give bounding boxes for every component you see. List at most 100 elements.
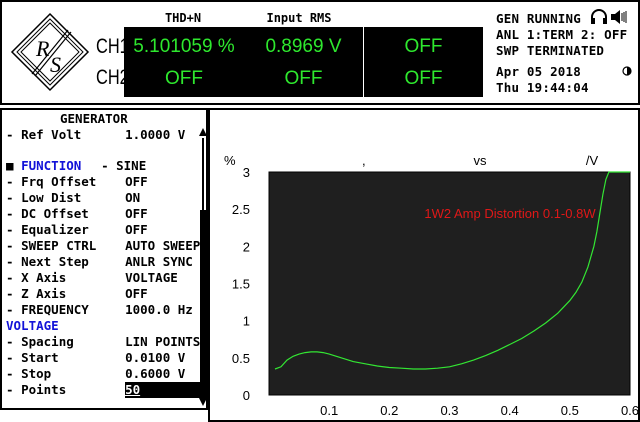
scroll-down-icon	[199, 398, 207, 406]
row-bullet: -	[6, 366, 14, 381]
generator-row-next-step[interactable]: - Next Step ANLR SYNC	[6, 254, 193, 270]
vs-label: vs	[474, 153, 488, 168]
row-value: VOLTAGE	[125, 270, 178, 285]
meter-rms-ch1-value: 0.8969 V	[265, 36, 342, 57]
generator-row-x-axis[interactable]: - X Axis VOLTAGE	[6, 270, 178, 286]
meter-thdn-ch2-value: OFF	[165, 68, 203, 89]
row-bullet: -	[6, 382, 14, 397]
gen-status-text: GEN RUNNING	[496, 11, 581, 26]
row-bullet: -	[6, 254, 14, 269]
row-value: LIN POINTS	[125, 334, 201, 349]
generator-row-equalizer[interactable]: - Equalizer OFF	[6, 222, 148, 238]
row-value: OFF	[125, 222, 148, 237]
row-bullet: -	[6, 302, 14, 317]
generator-row-sweep-ctrl[interactable]: - SWEEP CTRL AUTO SWEEP	[6, 238, 200, 254]
x-tick-label: 0.4	[501, 403, 519, 418]
row-label: FREQUENCY	[21, 302, 89, 317]
y-tick-label: 1	[243, 314, 250, 329]
generator-scrollbar[interactable]	[199, 128, 207, 406]
meter-3-ch2-value: OFF	[404, 68, 443, 89]
distortion-chart[interactable]: %, vs/V 0 0.5 1 1.5 2 2.5 3 0.1 0.2 0.3 0.4 0.5 0.6 1W2…	[210, 110, 638, 420]
row-label: Ref Volt	[21, 127, 82, 142]
row-bullet: -	[6, 174, 14, 189]
row-label: Stop	[21, 366, 52, 381]
generator-row-frequency[interactable]: - FREQUENCY 1000.0 Hz	[6, 302, 193, 318]
axis-comma-label: ,	[362, 153, 366, 168]
row-label: DC Offset	[21, 206, 89, 221]
row-value: 0.6000 V	[125, 366, 186, 381]
ch1-label: CH1	[96, 35, 129, 58]
voltage-section-header: VOLTAGE	[6, 318, 59, 333]
voltage-row-start[interactable]: - Start 0.0100 V	[6, 350, 185, 366]
generator-row-dc-offset[interactable]: - DC Offset OFF	[6, 206, 148, 222]
meter-rms-title: Input RMS	[266, 11, 332, 25]
row-bullet: ■	[6, 158, 14, 173]
meter-3-ch1-value: OFF	[404, 36, 443, 57]
x-unit-label: /V	[586, 153, 599, 168]
meter-3-panel[interactable]: OFF OFF	[364, 27, 483, 97]
row-value: ANLR SYNC	[125, 254, 193, 269]
row-label: X Axis	[21, 270, 67, 285]
rs-logo-icon: R S	[10, 12, 90, 92]
row-value: SINE	[116, 158, 147, 173]
row-bullet: -	[6, 127, 14, 142]
row-bullet: -	[6, 270, 14, 285]
row-value: OFF	[125, 174, 148, 189]
y-tick-label: 1.5	[232, 277, 250, 292]
row-label: SWEEP CTRL	[21, 238, 97, 253]
time-text: Thu 19:44:04	[496, 80, 589, 95]
x-tick-label: 0.2	[380, 403, 398, 418]
generator-panel-title: GENERATOR	[55, 111, 133, 126]
row-value: 1000.0 Hz	[125, 302, 193, 317]
row-bullet: -	[6, 190, 14, 205]
row-value: 1.0000 V	[125, 127, 186, 142]
meter-thdn-panel[interactable]: 5.101059 % OFF	[124, 27, 244, 97]
row-separator: -	[101, 158, 117, 173]
row-label: Low Dist	[21, 190, 82, 205]
row-label: Next Step	[21, 254, 89, 269]
x-tick-label: 0.6	[621, 403, 638, 418]
y-tick-label: 2	[243, 239, 250, 254]
row-label: Z Axis	[21, 286, 67, 301]
speaker-icon	[611, 10, 627, 24]
meter-rms-panel[interactable]: 0.8969 V OFF	[244, 27, 363, 97]
svg-text:R: R	[35, 36, 50, 61]
row-label: Start	[21, 350, 59, 365]
ch2-label: CH2	[96, 66, 129, 89]
date-text: Apr 05 2018	[496, 64, 581, 79]
x-tick-label: 0.3	[440, 403, 458, 418]
generator-row-frq-offset[interactable]: - Frq Offset OFF	[6, 174, 148, 190]
row-value: ON	[125, 190, 141, 205]
generator-row-low-dist[interactable]: - Low Dist ON	[6, 190, 140, 206]
scroll-up-icon	[199, 128, 207, 136]
row-bullet: -	[6, 334, 14, 349]
anl-status-text: ANL 1:TERM 2: OFF	[496, 27, 628, 42]
row-value: OFF	[125, 206, 148, 221]
y-tick-label: 0	[243, 388, 250, 403]
chart-title: 1W2 Amp Distortion 0.1-0.8W	[424, 206, 596, 221]
row-bullet: -	[6, 286, 14, 301]
meter-thdn-ch1-value: 5.101059 %	[133, 36, 235, 57]
row-bullet: -	[6, 238, 14, 253]
generator-row-function[interactable]: ■ FUNCTION - SINE	[6, 158, 146, 174]
generator-row-ref-volt[interactable]: - Ref Volt 1.0000 V	[6, 127, 185, 143]
row-bullet: -	[6, 350, 14, 365]
row-value: AUTO SWEEP	[125, 238, 201, 253]
row-label: Spacing	[21, 334, 74, 349]
y-tick-label: 2.5	[232, 202, 250, 217]
row-bullet: -	[6, 222, 14, 237]
voltage-row-stop[interactable]: - Stop 0.6000 V	[6, 366, 185, 382]
svg-text:S: S	[50, 52, 61, 77]
row-label: Equalizer	[21, 222, 89, 237]
headphone-icon	[591, 9, 607, 24]
voltage-row-spacing[interactable]: - Spacing LIN POINTS	[6, 334, 200, 350]
row-label: Frq Offset	[21, 174, 97, 189]
meter-thdn-title: THD+N	[164, 11, 202, 25]
generator-row-z-axis[interactable]: - Z Axis OFF	[6, 286, 148, 302]
sweep-status-text: SWP TERMINATED	[496, 43, 605, 58]
y-tick-label: 0.5	[232, 351, 250, 366]
voltage-row-points[interactable]: - Points 50	[6, 382, 214, 398]
row-label: Points	[21, 382, 67, 397]
row-bullet: -	[6, 206, 14, 221]
meter-rms-ch2-value: OFF	[284, 68, 323, 89]
